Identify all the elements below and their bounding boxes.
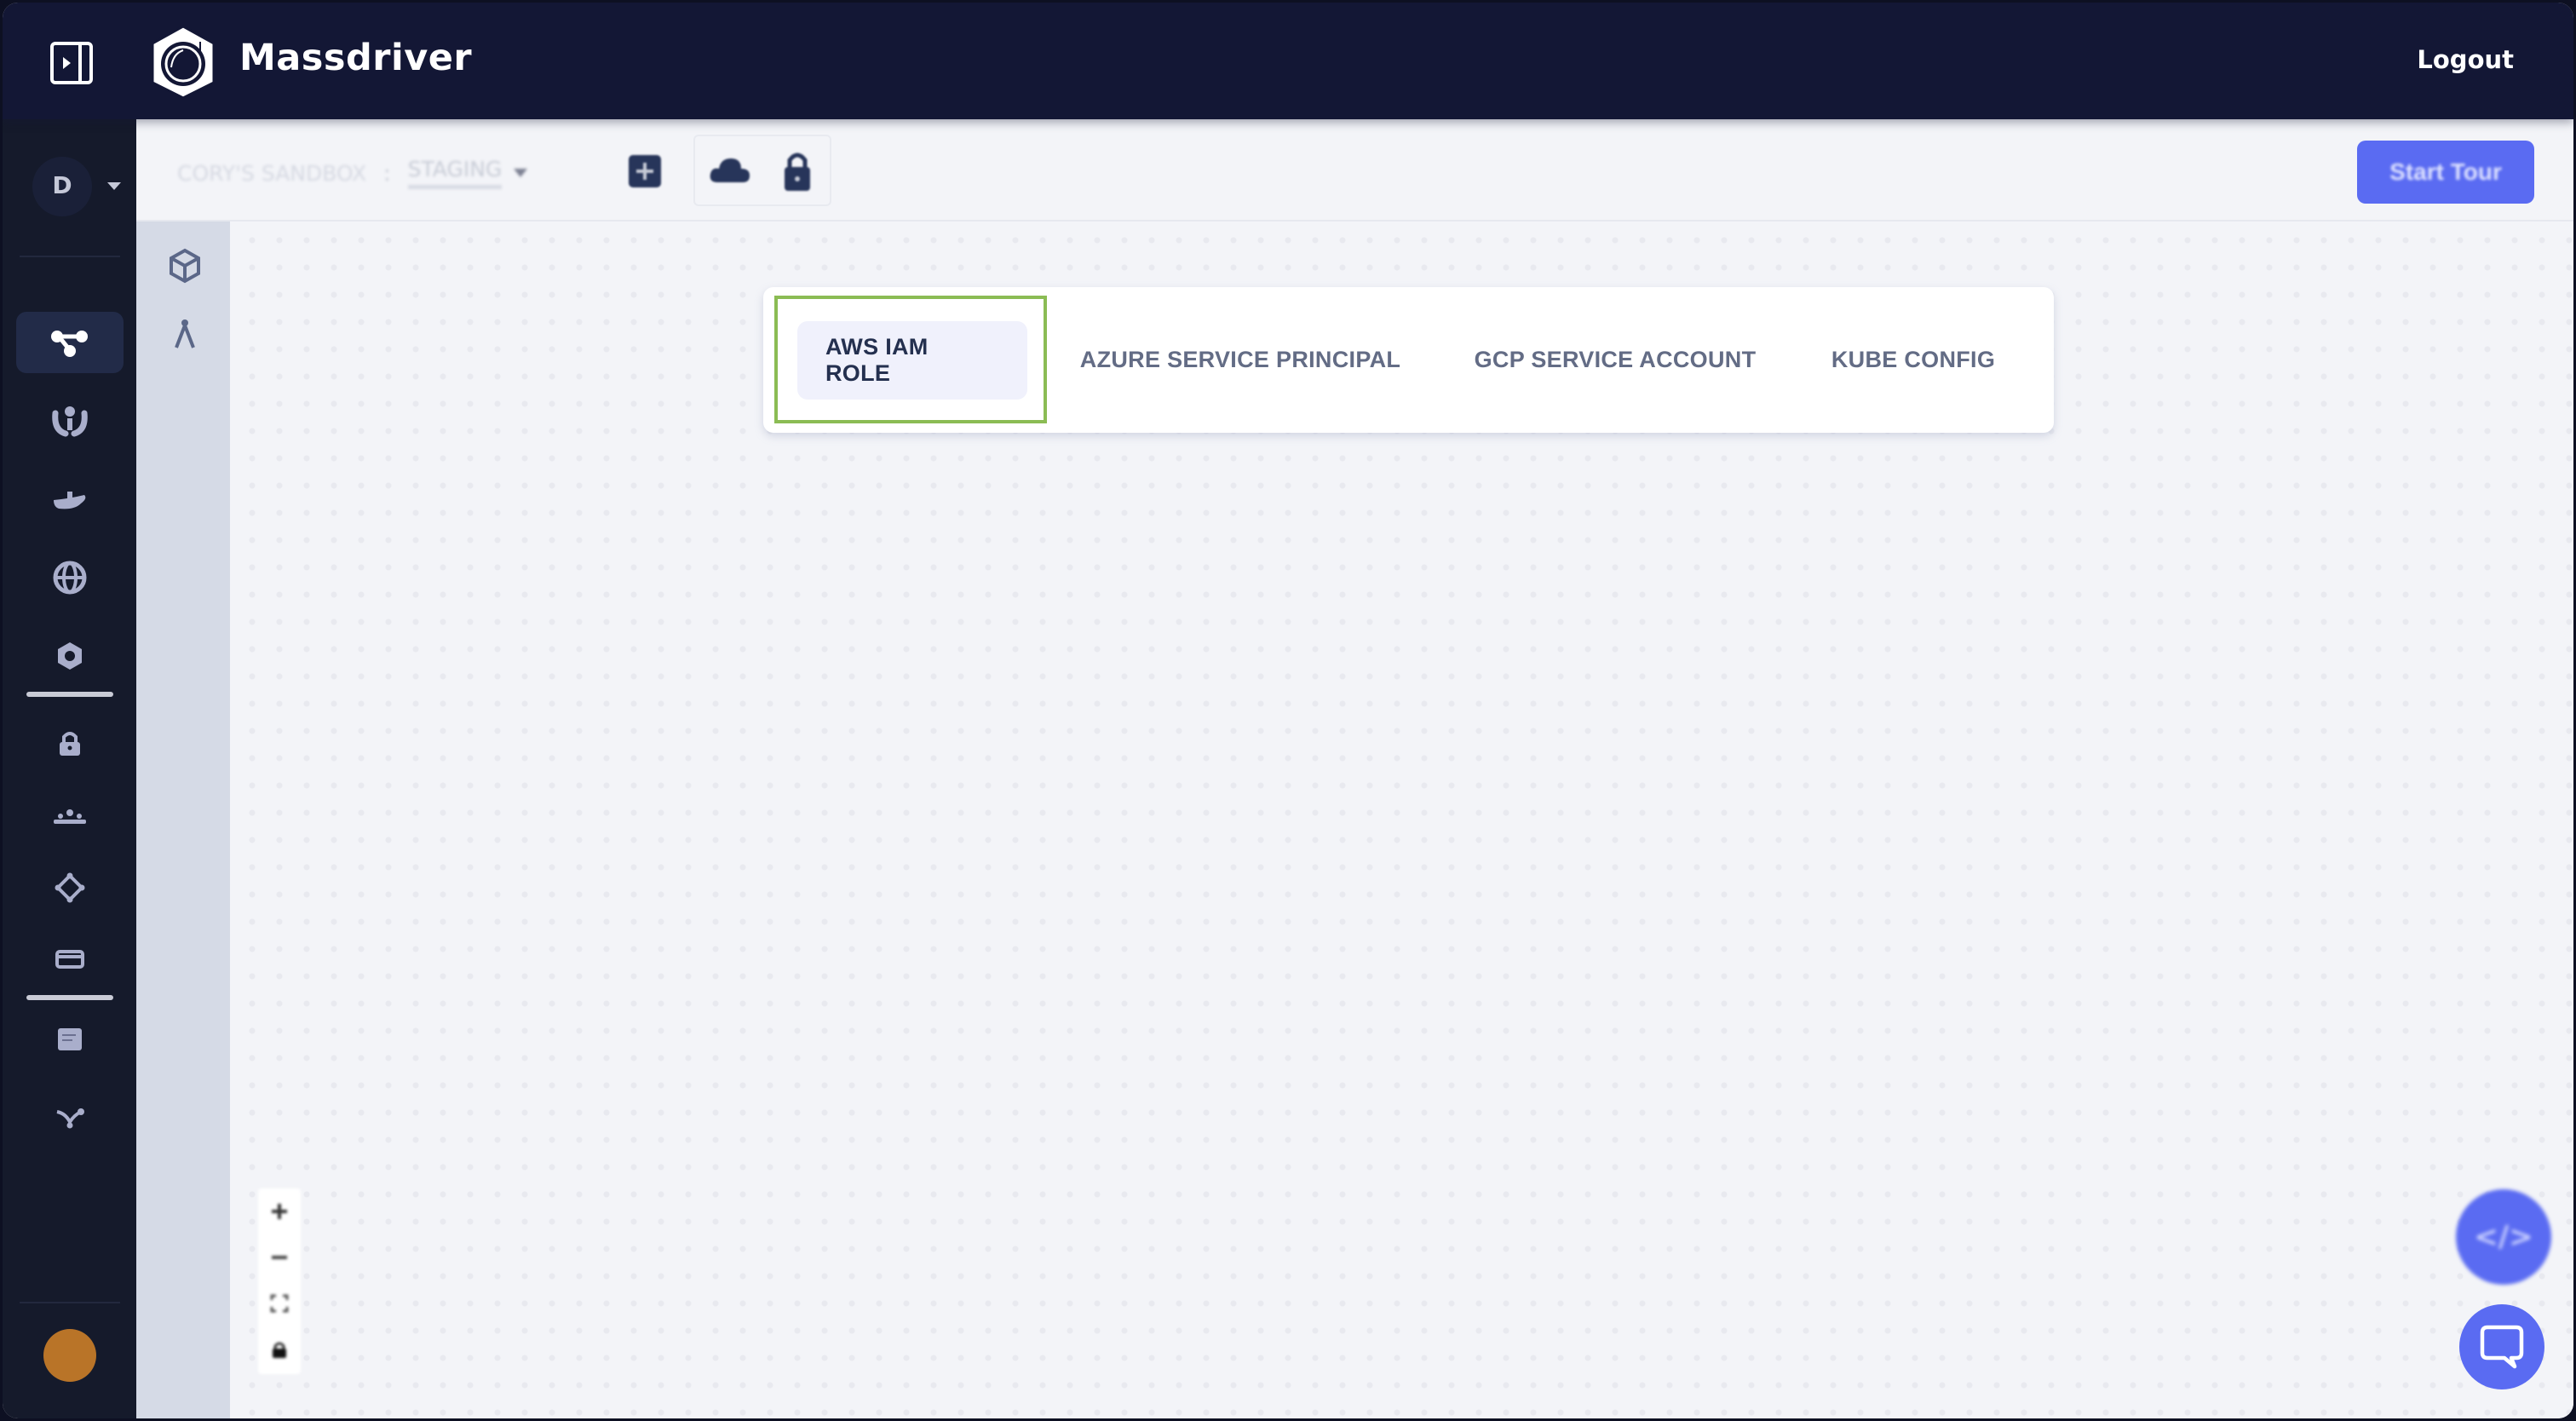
sidebar-divider bbox=[26, 995, 113, 1000]
cloud-icon[interactable] bbox=[707, 153, 753, 187]
tab-azure-service-principal[interactable]: AZURE SERVICE PRINCIPAL bbox=[1061, 287, 1419, 433]
fit-view-icon bbox=[270, 1294, 289, 1313]
start-tour-button[interactable]: Start Tour bbox=[2357, 141, 2534, 204]
sidebar-item-settings[interactable] bbox=[16, 625, 124, 687]
plus-icon bbox=[272, 1204, 287, 1219]
docs-icon bbox=[58, 1028, 82, 1050]
breadcrumb-separator: : bbox=[383, 160, 391, 186]
graph-nodes-icon bbox=[51, 331, 88, 357]
canvas-attribution bbox=[2478, 1381, 2483, 1399]
massdriver-logo-icon bbox=[151, 25, 216, 100]
breadcrumb-project[interactable]: CORY'S SANDBOX bbox=[177, 161, 366, 186]
tab-label: AWS IAM ROLE bbox=[797, 320, 1027, 400]
canvas-rail bbox=[136, 221, 230, 1418]
tab-gcp-service-account[interactable]: GCP SERVICE ACCOUNT bbox=[1462, 287, 1768, 433]
cube-icon[interactable] bbox=[166, 247, 204, 285]
diamond-nodes-icon bbox=[55, 872, 85, 903]
sidebar-item-secrets[interactable] bbox=[16, 714, 124, 775]
logout-button[interactable]: Logout bbox=[2417, 45, 2514, 74]
toolbar-tool-group bbox=[693, 135, 831, 206]
breadcrumb: CORY'S SANDBOX : STAGING bbox=[177, 157, 528, 189]
sidebar-item-people[interactable] bbox=[16, 390, 124, 452]
sidebar-item-billing[interactable] bbox=[16, 929, 124, 990]
minus-icon bbox=[272, 1256, 287, 1259]
app-window: Massdriver Logout D CORY'S SANDBOX: STA… bbox=[3, 3, 2573, 1418]
code-fab-button[interactable]: </> bbox=[2456, 1189, 2551, 1285]
lock-canvas-button[interactable] bbox=[258, 1326, 301, 1372]
credit-card-icon bbox=[55, 950, 84, 969]
sidebar-divider bbox=[20, 256, 120, 257]
sidebar-divider bbox=[20, 1302, 120, 1303]
code-icon: </> bbox=[2474, 1220, 2533, 1254]
add-bundle-button[interactable] bbox=[629, 155, 661, 187]
credential-type-tabs: AWS IAM ROLE AZURE SERVICE PRINCIPAL GCP… bbox=[763, 287, 2054, 433]
globe-icon bbox=[53, 561, 87, 595]
lock-icon bbox=[60, 732, 80, 756]
top-header: Massdriver Logout bbox=[3, 3, 2573, 119]
chat-support-button[interactable] bbox=[2459, 1304, 2544, 1389]
compass-icon[interactable] bbox=[166, 315, 204, 353]
tab-kube-config[interactable]: KUBE CONFIG bbox=[1811, 287, 2015, 433]
zoom-out-button[interactable] bbox=[258, 1234, 301, 1280]
sidebar-item-changelog[interactable] bbox=[16, 1087, 124, 1148]
branch-icon bbox=[56, 1108, 84, 1129]
sidebar-toggle-icon bbox=[63, 57, 71, 69]
tab-label: GCP SERVICE ACCOUNT bbox=[1474, 347, 1757, 372]
sidebar-item-team[interactable] bbox=[16, 785, 124, 847]
zoom-in-button[interactable] bbox=[258, 1188, 301, 1234]
chevron-down-icon bbox=[107, 182, 121, 190]
canvas-controls bbox=[258, 1188, 301, 1374]
user-avatar[interactable] bbox=[43, 1329, 96, 1382]
start-tour-label: Start Tour bbox=[2389, 158, 2502, 185]
org-switcher[interactable]: D bbox=[28, 157, 121, 225]
chevron-down-icon[interactable] bbox=[514, 169, 528, 177]
tab-label: AZURE SERVICE PRINCIPAL bbox=[1079, 347, 1401, 372]
brand-name: Massdriver bbox=[239, 37, 473, 79]
main-sidebar: D bbox=[3, 119, 136, 1418]
sidebar-item-projects[interactable] bbox=[16, 312, 124, 373]
team-icon bbox=[54, 809, 86, 824]
sidebar-item-integrations[interactable] bbox=[16, 857, 124, 918]
chat-bubble-icon bbox=[2480, 1325, 2524, 1369]
sidebar-item-globe[interactable] bbox=[16, 547, 124, 608]
fit-view-button[interactable] bbox=[258, 1280, 301, 1326]
org-initial: D bbox=[52, 171, 72, 199]
sidebar-item-docs[interactable] bbox=[16, 1009, 124, 1070]
people-group-icon bbox=[52, 406, 88, 437]
sidebar-toggle-button[interactable] bbox=[50, 42, 93, 84]
lock-icon[interactable] bbox=[780, 148, 814, 194]
sidebar-item-docker[interactable] bbox=[16, 469, 124, 530]
project-toolbar: CORY'S SANDBOX : STAGING Start Tour bbox=[136, 119, 2573, 221]
environment-selector[interactable]: STAGING bbox=[407, 157, 503, 189]
lock-icon bbox=[273, 1342, 286, 1358]
sidebar-divider bbox=[26, 692, 113, 697]
docker-whale-icon bbox=[54, 492, 86, 509]
tab-label: KUBE CONFIG bbox=[1831, 347, 1996, 372]
gear-icon bbox=[58, 642, 82, 670]
tab-aws-iam-role[interactable]: AWS IAM ROLE bbox=[797, 287, 1027, 433]
